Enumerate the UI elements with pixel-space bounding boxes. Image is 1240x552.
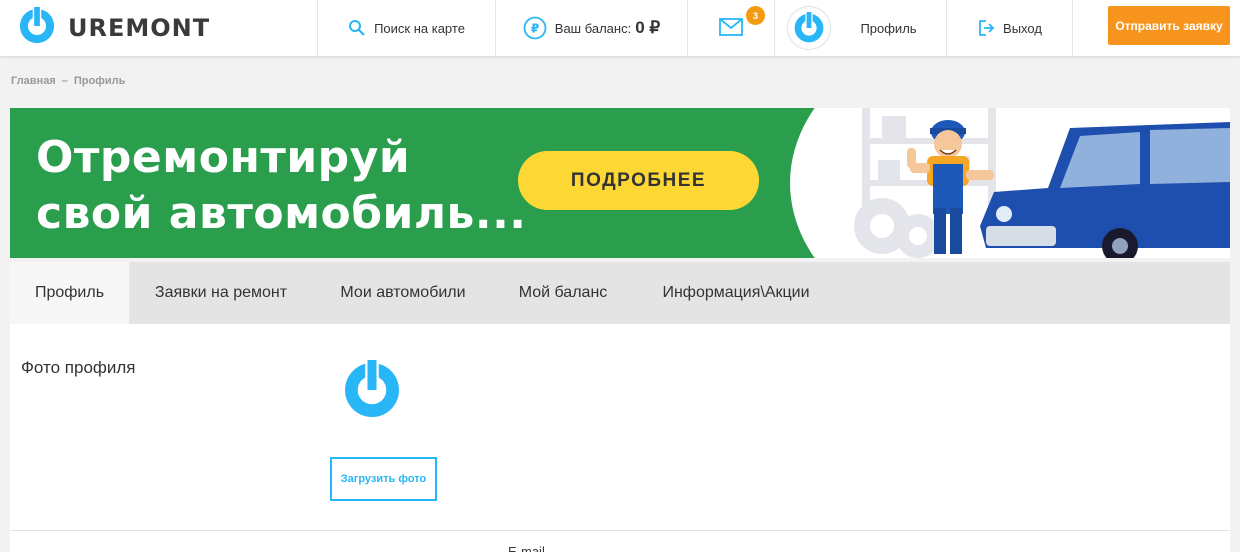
balance-label: Ваш баланс:: [554, 20, 632, 36]
banner-title: Отремонтируй свой автомобиль...: [36, 130, 527, 242]
wrench-logo-icon: [18, 6, 56, 50]
banner-title-line-2: свой автомобиль...: [36, 188, 527, 239]
divider: [10, 530, 1230, 531]
breadcrumb-separator: –: [61, 75, 68, 87]
breadcrumb-current: Профиль: [73, 75, 126, 87]
logo-text: UREMONT: [68, 14, 211, 42]
logout-icon: [977, 19, 995, 37]
photo-label: Фото профиля: [21, 358, 136, 377]
email-row-label: E-mail: [508, 544, 545, 552]
profile-content: Фото профиля Загрузить фото E-mail: [10, 324, 1230, 552]
avatar: [787, 6, 831, 50]
logout-link[interactable]: Выход: [946, 0, 1073, 56]
promo-banner[interactable]: Отремонтируй свой автомобиль... ПОДРОБНЕ…: [10, 108, 1230, 258]
tab-repair-requests[interactable]: Заявки на ремонт: [129, 262, 313, 324]
tab-profile[interactable]: Профиль: [10, 262, 129, 324]
mechanic-car-illustration: [790, 108, 1230, 258]
profile-photo-placeholder-icon: [345, 360, 399, 417]
logout-label: Выход: [1003, 20, 1042, 36]
svg-text:₽: ₽: [531, 22, 539, 36]
upload-photo-button[interactable]: Загрузить фото: [330, 457, 437, 501]
top-header: UREMONT Поиск на карте ₽ Ваш баланс: 0 ₽…: [0, 0, 1240, 56]
profile-tabs: Профиль Заявки на ремонт Мои автомобили …: [10, 262, 1230, 324]
tab-my-cars[interactable]: Мои автомобили: [313, 262, 493, 324]
ruble-icon: ₽: [523, 16, 547, 40]
send-request-button[interactable]: Отправить заявку: [1108, 6, 1230, 45]
breadcrumb: Главная – Профиль: [11, 75, 125, 87]
balance-value: 0 ₽: [635, 18, 661, 37]
map-search-label: Поиск на карте: [374, 20, 465, 36]
banner-title-line-1: Отремонтируй: [36, 132, 411, 183]
banner-more-button[interactable]: ПОДРОБНЕЕ: [518, 151, 759, 210]
breadcrumb-home-link[interactable]: Главная: [11, 75, 56, 87]
profile-label: Профиль: [860, 20, 917, 36]
tab-info-promotions[interactable]: Информация\Акции: [633, 262, 839, 324]
envelope-icon: [719, 17, 743, 39]
logo[interactable]: UREMONT: [18, 6, 211, 50]
profile-link[interactable]: Профиль: [774, 0, 946, 56]
messages-count-badge: 3: [746, 6, 765, 25]
tab-my-balance[interactable]: Мой баланс: [493, 262, 633, 324]
search-icon: [348, 19, 366, 37]
map-search-link[interactable]: Поиск на карте: [317, 0, 495, 56]
messages-link[interactable]: 3: [687, 0, 774, 56]
balance-link[interactable]: ₽ Ваш баланс: 0 ₽: [495, 0, 687, 56]
